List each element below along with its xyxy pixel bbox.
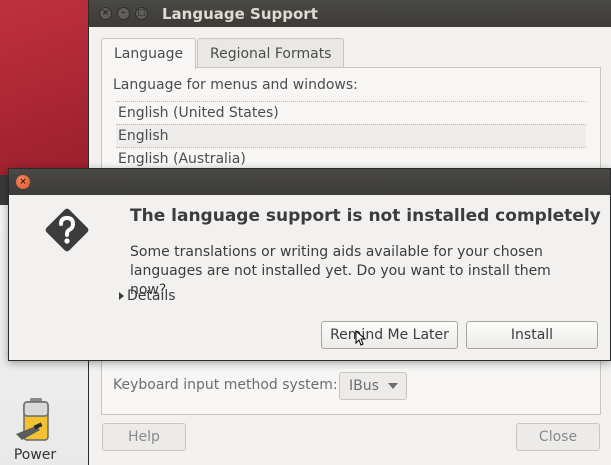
chevron-down-icon	[388, 383, 398, 389]
window-close-icon[interactable]: ×	[99, 7, 112, 20]
dialog-close-icon[interactable]: ×	[16, 175, 30, 189]
keyboard-input-label: Keyboard input method system:	[113, 377, 338, 393]
dialog-message-line: Some translations or writing aids availa…	[130, 244, 543, 260]
dialog-message-line: languages are not installed yet. Do you …	[130, 263, 551, 298]
window-maximize-icon[interactable]: □	[135, 7, 148, 20]
language-support-titlebar: × – □ Language Support	[89, 0, 611, 27]
language-list[interactable]: English (United States) English English …	[116, 101, 586, 170]
dialog-titlebar: ×	[9, 169, 610, 195]
keyboard-input-select[interactable]: IBus	[339, 372, 407, 400]
tab-bar: Language Regional Formats	[101, 38, 601, 69]
language-list-item[interactable]: English	[116, 124, 586, 147]
desktop-wallpaper	[0, 0, 90, 175]
expander-arrow-icon	[119, 292, 124, 300]
keyboard-input-value: IBus	[349, 378, 379, 394]
help-button[interactable]: Help	[102, 423, 186, 451]
language-list-item[interactable]: English (Australia)	[116, 147, 586, 170]
tab-regional-formats[interactable]: Regional Formats	[197, 38, 345, 68]
tab-language[interactable]: Language	[101, 38, 197, 69]
close-button[interactable]: Close	[516, 423, 600, 451]
mouse-pointer-icon	[355, 330, 367, 346]
window-minimize-icon[interactable]: –	[117, 7, 130, 20]
remind-me-later-button[interactable]: Remind Me Later	[321, 321, 458, 349]
question-icon	[45, 208, 89, 252]
details-label: Details	[127, 288, 176, 304]
battery-power-icon	[16, 398, 49, 441]
language-list-caption: Language for menus and windows:	[113, 77, 358, 93]
language-list-item[interactable]: English (United States)	[116, 101, 586, 124]
power-launcher-label: Power	[13, 447, 57, 463]
dialog-heading: The language support is not installed co…	[130, 206, 601, 226]
install-button[interactable]: Install	[466, 321, 598, 349]
power-launcher[interactable]: Power	[4, 394, 64, 464]
dialog-message: Some translations or writing aids availa…	[130, 243, 590, 300]
window-title: Language Support	[162, 5, 318, 23]
incomplete-language-support-dialog: × The language support is not installed …	[8, 168, 611, 361]
